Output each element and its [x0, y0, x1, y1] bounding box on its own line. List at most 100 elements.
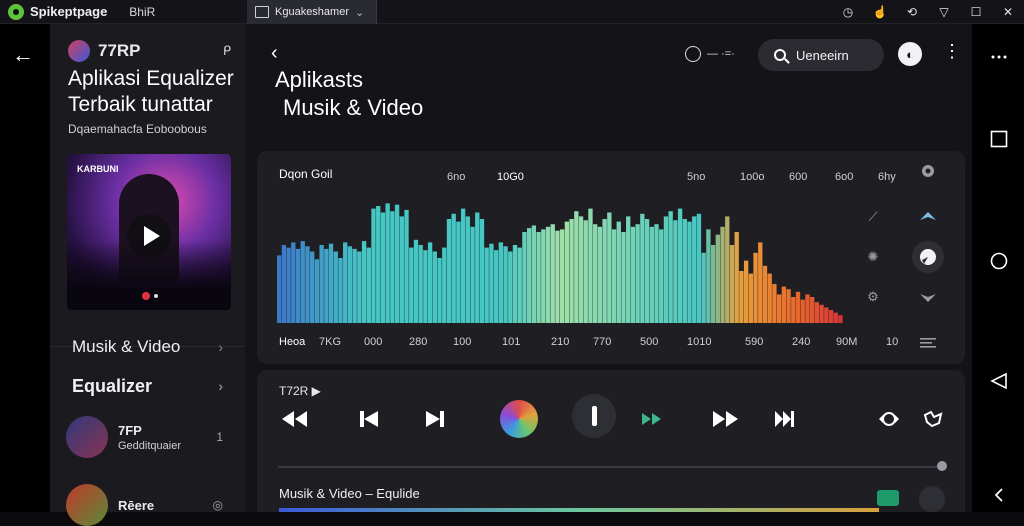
eq-bar [508, 251, 513, 323]
chevron-up-icon-glyph [920, 212, 936, 220]
eq-bar [286, 247, 291, 323]
eq-bar [357, 251, 362, 323]
equalizer-chart[interactable] [257, 151, 965, 364]
eq-bar [324, 248, 329, 323]
timer-chip[interactable]: — ·=· [685, 46, 735, 62]
eq-bar [626, 216, 631, 323]
menu-icon-glyph [920, 338, 936, 348]
chevron-up-icon[interactable] [914, 201, 942, 229]
carousel-dot-active[interactable] [142, 292, 150, 300]
pin-icon[interactable]: ᑭ [223, 43, 231, 59]
eq-bar [739, 271, 744, 323]
eq-bar [786, 289, 791, 323]
image-icon[interactable] [877, 490, 899, 506]
circle-icon[interactable] [990, 252, 1008, 270]
eq-bar [814, 302, 820, 323]
more-horizontal-icon[interactable] [990, 48, 1008, 66]
share-icon[interactable] [921, 404, 945, 434]
close-icon[interactable]: ✕ [1000, 4, 1016, 20]
eq-bar [526, 228, 532, 323]
eq-bar [314, 259, 320, 323]
eq-bar [696, 213, 702, 323]
freq-label-bottom: 100 [453, 336, 472, 348]
carousel-dot[interactable] [154, 294, 158, 298]
seek-handle[interactable] [937, 461, 947, 471]
toggle-knob-icon [920, 249, 936, 265]
list-item[interactable]: 7FP Gedditquaier 1 [50, 416, 245, 458]
search-input[interactable]: Ueneeirn [758, 39, 884, 71]
carousel-dots[interactable] [142, 292, 158, 300]
repeat-icon[interactable] [877, 404, 901, 434]
eq-bar [805, 294, 810, 323]
eq-bar [828, 310, 834, 323]
edit-icon[interactable]: ⟋ [865, 209, 881, 225]
sidebar-subtitle: Dqaemahacfa Eoboobous [68, 122, 207, 136]
list-item-title: Rēere [118, 497, 155, 513]
chevron-down-icon[interactable] [914, 285, 942, 313]
menu-icon[interactable] [914, 329, 942, 357]
equalizer-title: Dqon Goil [279, 167, 333, 181]
more-icon[interactable]: ⋮ [943, 42, 961, 60]
sidebar-title: Aplikasi Equalizer Terbaik tunattar [50, 62, 245, 118]
eq-bar [611, 229, 617, 323]
timer-text: — ·=· [707, 48, 735, 60]
triangle-icon[interactable] [990, 372, 1008, 390]
page-title-line1: Aplikasts [275, 67, 364, 92]
end-icon-glyph [775, 411, 794, 427]
chevron-right-icon: › [218, 378, 223, 394]
freq-label-bottom: 000 [364, 336, 383, 348]
pause-icon[interactable] [572, 394, 616, 438]
freq-label-top: 6o0 [835, 171, 854, 183]
eq-bar [512, 245, 518, 323]
browser-tab[interactable]: Kguakeshamer ⌄ [247, 0, 377, 24]
visualizer-orb[interactable] [500, 400, 538, 438]
clock-icon[interactable]: ◷ [840, 4, 856, 20]
eq-bar [333, 251, 338, 323]
forward-icon[interactable] [711, 404, 741, 434]
sync-icon[interactable]: ⟲ [904, 4, 920, 20]
sidebar-item-equalizer[interactable]: Equalizer › [50, 368, 245, 404]
sidebar-title-line2: Terbaik tunattar [68, 93, 213, 116]
location-icon-glyph [922, 165, 934, 177]
fast-forward-small-icon[interactable] [640, 404, 664, 434]
seek-bar[interactable] [278, 466, 944, 468]
eq-bar [659, 229, 664, 323]
location-icon[interactable] [914, 159, 942, 187]
end-icon[interactable] [773, 404, 797, 434]
next-icon[interactable] [423, 404, 447, 434]
settings-icon[interactable]: ✺ [865, 249, 881, 265]
gear-icon[interactable]: ⚙ [865, 289, 881, 305]
previous-icon[interactable] [357, 404, 381, 434]
equalizer-panel: Dqon Goil 6no 10G0 5no 1o0o 600 6o0 6hy … [257, 151, 965, 364]
freq-label-bottom: 590 [745, 336, 764, 348]
rewind-icon[interactable] [279, 404, 309, 434]
left-nav-bar: ← [0, 24, 50, 512]
tool-icon[interactable] [919, 486, 945, 512]
tab-dropdown-icon[interactable]: ⌄ [355, 6, 364, 19]
video-thumbnail[interactable]: KARBUNI [67, 154, 231, 310]
back-chevron-icon[interactable]: ‹ [271, 42, 278, 65]
maximize-icon[interactable]: ☐ [968, 4, 984, 20]
profile-avatar[interactable]: ◐ [898, 42, 922, 66]
square-icon[interactable] [990, 130, 1008, 148]
dropdown-icon[interactable]: ▽ [936, 4, 952, 20]
eq-bar [762, 265, 768, 323]
list-item[interactable]: Rēere ◎ [50, 484, 245, 526]
cursor-icon[interactable]: ☝ [872, 4, 888, 20]
channel-avatar[interactable] [68, 40, 90, 62]
back-arrow-icon[interactable]: ← [12, 42, 34, 68]
toggle-knob[interactable] [912, 241, 944, 273]
list-item-icon[interactable]: ◎ [213, 498, 223, 512]
eq-bar [451, 213, 456, 323]
menu-item[interactable]: BhiR [129, 5, 155, 19]
share-icon-glyph [923, 410, 943, 428]
channel-name[interactable]: 77RP [98, 41, 141, 61]
eq-bar [838, 315, 843, 323]
eq-bar [479, 219, 485, 323]
sidebar-item-musik-video[interactable]: Musik & Video › [50, 329, 245, 365]
side-collapse-icon[interactable] [990, 486, 1008, 504]
eq-bar [795, 291, 801, 323]
eq-bar [692, 216, 697, 323]
list-item-subtitle: Gedditquaier [118, 439, 181, 452]
play-icon[interactable] [127, 214, 171, 258]
